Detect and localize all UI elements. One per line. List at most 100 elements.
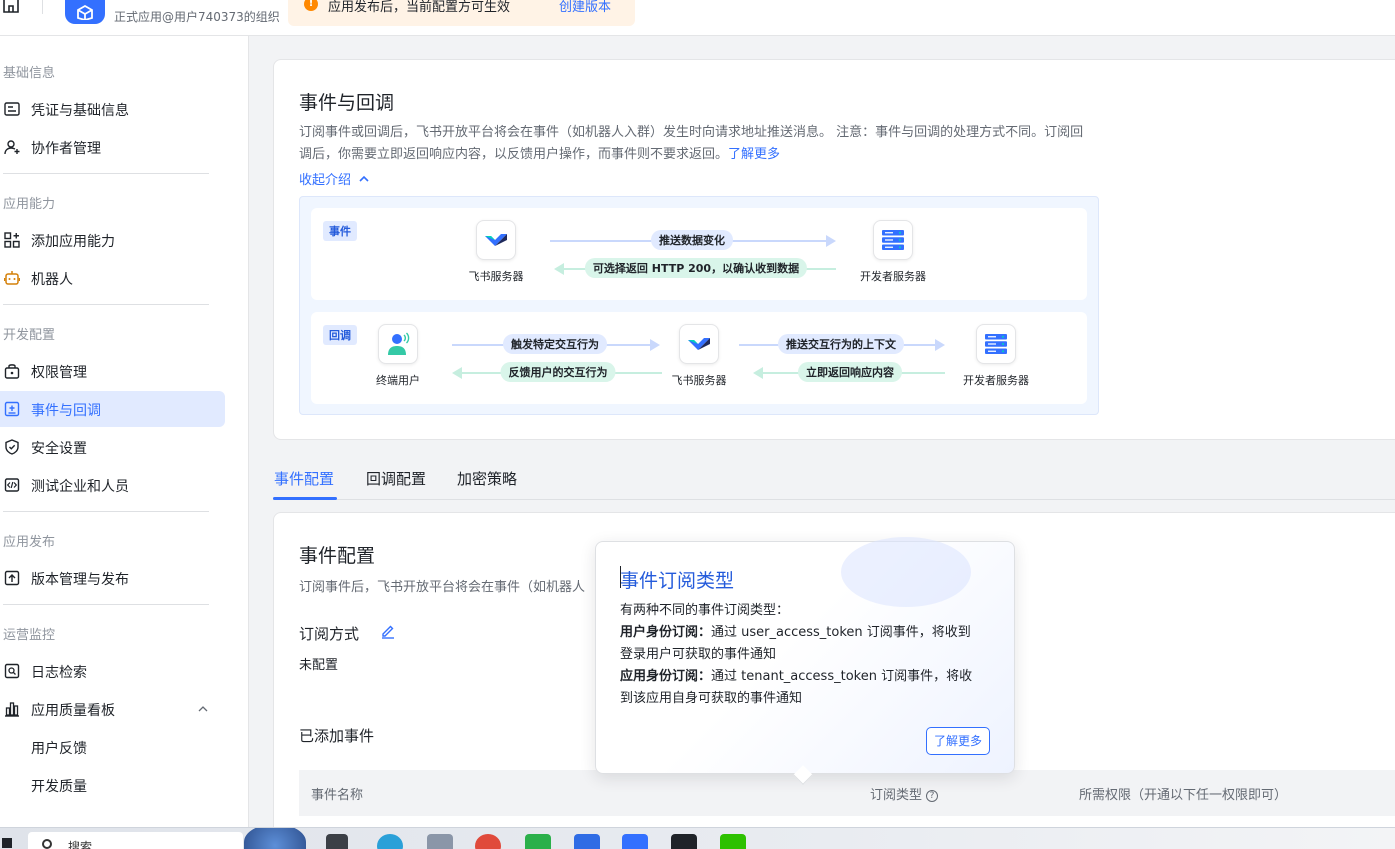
intro-description: 订阅事件或回调后，飞书开放平台将会在事件（如机器人入群）发生时向请求地址推送消息… [299, 122, 1089, 166]
sidebar-divider [3, 173, 209, 174]
feedback-action-arrow: 反馈用户的交互行为 [452, 362, 662, 382]
sidebar-item-test-tenants[interactable]: 测试企业和人员 [0, 467, 225, 503]
events-table-header: 事件名称 订阅类型? 所需权限（开通以下任一权限即可） [299, 770, 1395, 816]
col-subscribe-type-label: 订阅类型 [870, 788, 923, 803]
chevron-up-icon[interactable] [197, 703, 209, 715]
feishu-logo-icon [679, 324, 719, 364]
popover-intro: 有两种不同的事件订阅类型： [620, 603, 790, 618]
sidebar-item-dev-quality[interactable]: 开发质量 [0, 767, 225, 803]
warning-icon: ! [304, 0, 318, 11]
sidebar-item-credentials[interactable]: 凭证与基础信息 [0, 91, 225, 127]
sidebar-item-label: 测试企业和人员 [31, 479, 129, 495]
hbuilder-icon[interactable] [525, 834, 551, 849]
task-view-icon[interactable] [326, 834, 348, 849]
sidebar-item-label: 添加应用能力 [31, 234, 115, 250]
upload-icon [4, 570, 20, 586]
active-tab-indicator [273, 497, 337, 500]
edge-browser-icon[interactable] [377, 834, 403, 849]
intro-card: 事件与回调 订阅事件或回调后，飞书开放平台将会在事件（如机器人入群）发生时向请求… [273, 59, 1395, 440]
sidebar-item-quality-board[interactable]: 应用质量看板 [0, 691, 225, 727]
server-rack-icon [873, 220, 913, 260]
terminal-icon[interactable] [671, 834, 697, 849]
sidebar-item-label: 机器人 [31, 272, 73, 288]
col-event-name: 事件名称 [311, 788, 364, 803]
sidebar-item-label: 事件与回调 [31, 403, 101, 419]
trigger-action-arrow: 触发特定交互行为 [452, 334, 660, 354]
event-flow-row: 事件 飞书服务器 推送数据变化 可选择返回 HTTP 200，以确认收到数据 开… [311, 208, 1087, 300]
feishu-server-node: 飞书服务器 [446, 220, 546, 284]
sidebar-item-add-capability[interactable]: 添加应用能力 [0, 222, 225, 258]
popover-learn-more-button[interactable]: 了解更多 [926, 727, 990, 755]
tab-encryption[interactable]: 加密策略 [457, 468, 517, 489]
popover-title: 事件订阅类型 [620, 570, 735, 592]
sidebar-item-versions[interactable]: 版本管理与发布 [0, 560, 225, 596]
sidebar-item-user-feedback[interactable]: 用户反馈 [0, 729, 225, 765]
push-context-arrow: 推送交互行为的上下文 [739, 334, 945, 354]
popover-user-line2: 登录用户可获取的事件通知 [620, 647, 777, 662]
user-sub-text: 通过 user_access_token 订阅事件，将收到 [711, 625, 971, 640]
sidebar-item-collaborators[interactable]: 协作者管理 [0, 129, 225, 165]
feishu-taskbar-icon[interactable] [622, 834, 648, 849]
cube-icon [77, 4, 93, 20]
sidebar-item-permissions[interactable]: 权限管理 [0, 353, 225, 389]
developer-server-node: 开发者服务器 [946, 324, 1046, 388]
os-taskbar: 搜索 [0, 827, 1395, 849]
node-label: 开发者服务器 [963, 374, 1029, 387]
event-icon [4, 401, 20, 417]
org-name: 正式应用@用户740373的组织 [114, 10, 280, 24]
sidebar-item-events-callbacks[interactable]: 事件与回调 [0, 391, 225, 427]
create-version-link[interactable]: 创建版本 [559, 0, 611, 15]
http200-arrow: 可选择返回 HTTP 200，以确认收到数据 [554, 258, 836, 278]
taskbar-search[interactable]: 搜索 [28, 832, 243, 849]
powershell-icon[interactable] [574, 834, 600, 849]
page-title: 事件与回调 [299, 92, 395, 114]
arrow-label: 可选择返回 HTTP 200，以确认收到数据 [584, 258, 808, 278]
windows-start-icon[interactable] [2, 838, 12, 848]
edit-icon[interactable] [380, 623, 396, 639]
group-title-capabilities: 应用能力 [3, 197, 56, 212]
globe-icon[interactable] [244, 828, 306, 849]
event-tag: 事件 [323, 221, 357, 241]
user-sub-label: 用户身份订阅： [620, 625, 712, 640]
grid-add-icon [4, 232, 20, 248]
sidebar-item-label: 应用质量看板 [31, 703, 115, 719]
banner-text: 应用发布后，当前配置方可生效 [328, 0, 511, 15]
tab-event-config[interactable]: 事件配置 [274, 468, 334, 489]
sidebar-item-logs[interactable]: 日志检索 [0, 653, 225, 689]
node-label: 飞书服务器 [468, 270, 524, 283]
popover-decoration [841, 537, 971, 607]
home-icon[interactable] [2, 0, 20, 14]
collapse-intro-link[interactable]: 收起介绍 [299, 169, 370, 188]
added-events-title: 已添加事件 [299, 727, 375, 745]
node-label: 开发者服务器 [860, 270, 926, 283]
text-cursor [620, 566, 621, 588]
taskbar-search-text: 搜索 [68, 840, 93, 849]
sidebar-item-label: 版本管理与发布 [31, 572, 129, 588]
file-explorer-icon[interactable] [427, 834, 453, 849]
help-icon[interactable]: ? [926, 790, 939, 802]
arrow-label: 立即返回响应内容 [798, 362, 902, 382]
return-response-arrow: 立即返回响应内容 [753, 362, 945, 382]
sidebar-divider [3, 304, 209, 305]
intro-desc-line1: 订阅事件或回调后，飞书开放平台将会在事件（如机器人入群）发生时向请求地址推送消息… [299, 125, 1019, 140]
sidebar-item-bot[interactable]: 机器人 [0, 260, 225, 296]
top-bar: 正式应用@用户740373的组织 ! 应用发布后，当前配置方可生效 创建版本 [0, 0, 1395, 36]
end-user-node: 终端用户 [348, 324, 448, 388]
app-sub-text: 通过 tenant_access_token 订阅事件，将收 [711, 669, 973, 684]
group-title-monitoring: 运营监控 [3, 628, 56, 643]
top-divider [42, 0, 43, 14]
wechat-icon[interactable] [720, 834, 746, 849]
learn-more-link[interactable]: 了解更多 [728, 147, 780, 162]
app-sub-label: 应用身份订阅： [620, 669, 712, 684]
subscribe-method-value: 未配置 [299, 658, 339, 673]
shield-icon [5, 439, 19, 455]
chrome-icon[interactable] [475, 834, 501, 849]
sidebar-item-security[interactable]: 安全设置 [0, 429, 225, 465]
robot-icon [4, 271, 20, 285]
config-tabs: 事件配置 回调配置 加密策略 [273, 462, 1395, 500]
group-title-release: 应用发布 [3, 535, 56, 550]
col-required-permissions: 所需权限（开通以下任一权限即可） [1079, 788, 1288, 803]
popover-app-line1: 应用身份订阅：通过 tenant_access_token 订阅事件，将收 [620, 666, 972, 688]
subscribe-method-label: 订阅方式 [299, 625, 360, 643]
tab-callback-config[interactable]: 回调配置 [366, 468, 426, 489]
